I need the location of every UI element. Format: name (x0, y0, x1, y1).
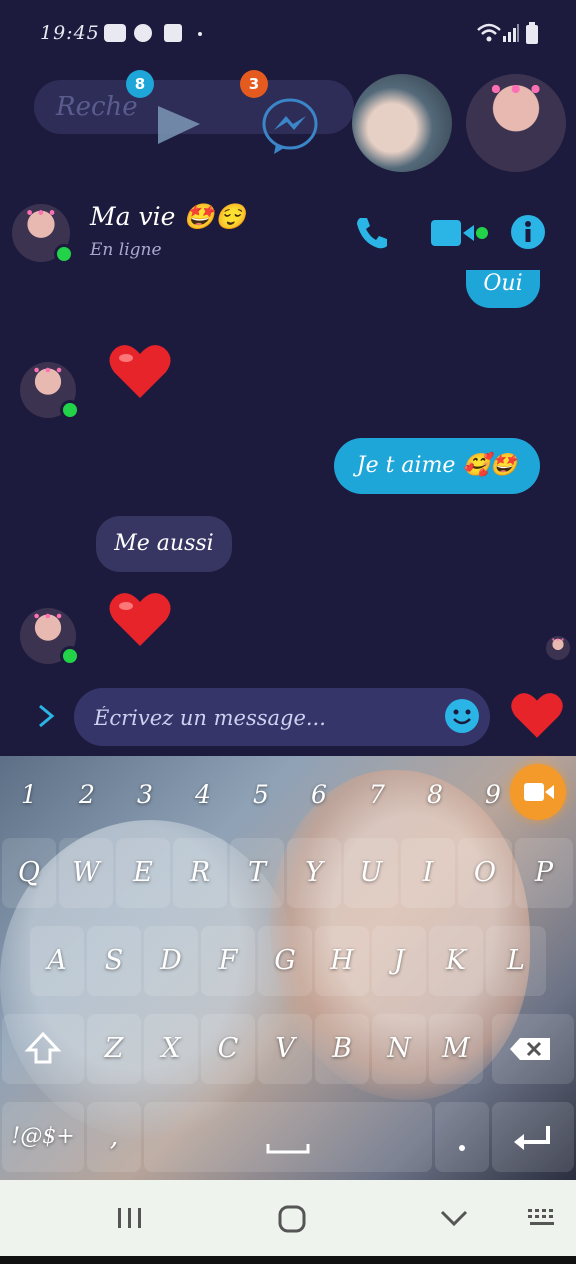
key-1[interactable]: 1 (0, 760, 58, 830)
key-g[interactable]: G (258, 926, 312, 996)
key-b[interactable]: B (315, 1014, 369, 1084)
contact-status: En ligne (90, 240, 162, 260)
compass-status-icon (134, 24, 152, 42)
online-indicator (60, 646, 80, 666)
key-m[interactable]: M (429, 1014, 483, 1084)
shift-key[interactable] (2, 1014, 84, 1084)
key-3[interactable]: 3 (116, 760, 174, 830)
keyboard-switch-icon[interactable] (526, 1206, 560, 1230)
video-record-status-icon (104, 24, 126, 42)
period-icon (459, 1145, 465, 1151)
key-8[interactable]: 8 (406, 760, 464, 830)
key-5[interactable]: 5 (232, 760, 290, 830)
read-receipt-avatar (546, 636, 570, 660)
key-4[interactable]: 4 (174, 760, 232, 830)
space-key[interactable] (144, 1102, 432, 1172)
key-w[interactable]: W (59, 838, 113, 908)
period-key[interactable] (435, 1102, 489, 1172)
key-r[interactable]: R (173, 838, 227, 908)
outgoing-message-partial[interactable]: Oui (466, 270, 540, 308)
phone-call-icon[interactable] (354, 214, 390, 250)
key-v[interactable]: V (258, 1014, 312, 1084)
chat-head-photo-1[interactable] (352, 74, 452, 172)
key-l[interactable]: L (486, 926, 546, 996)
messenger-badge: 3 (240, 70, 268, 98)
key-y[interactable]: Y (287, 838, 341, 908)
more-notifications-dot (198, 32, 202, 36)
video-call-icon[interactable] (430, 216, 492, 250)
key-f[interactable]: F (201, 926, 255, 996)
contact-name-emoji: 🤩😌 (183, 202, 246, 231)
key-2[interactable]: 2 (58, 760, 116, 830)
key-a[interactable]: A (30, 926, 84, 996)
key-7[interactable]: 7 (348, 760, 406, 830)
key-j[interactable]: J (372, 926, 426, 996)
play-badge: 8 (126, 70, 154, 98)
backspace-key[interactable] (492, 1014, 574, 1084)
video-camera-icon (524, 783, 554, 801)
key-h[interactable]: H (315, 926, 369, 996)
bottom-edge (0, 1256, 576, 1264)
key-6[interactable]: 6 (290, 760, 348, 830)
wifi-icon (477, 23, 501, 42)
search-placeholder: Reche (56, 92, 138, 122)
key-z[interactable]: Z (87, 1014, 141, 1084)
incoming-message[interactable]: Me aussi (96, 516, 232, 572)
key-d[interactable]: D (144, 926, 198, 996)
shift-icon (24, 1031, 62, 1064)
emoji-icon[interactable] (444, 698, 480, 734)
backspace-icon (510, 1038, 550, 1060)
outgoing-message[interactable]: Je t aime 🥰🤩 (334, 438, 540, 494)
key-t[interactable]: T (230, 838, 284, 908)
video-message-button[interactable] (510, 764, 566, 820)
back-chevron-down-icon[interactable] (438, 1206, 470, 1230)
key-q[interactable]: Q (2, 838, 56, 908)
key-o[interactable]: O (458, 838, 512, 908)
chat-head-photo-2[interactable] (466, 74, 566, 172)
heart-reaction-message[interactable] (108, 342, 172, 400)
online-indicator (60, 400, 80, 420)
home-icon[interactable] (276, 1204, 308, 1234)
symbols-key[interactable]: !@$+ (2, 1102, 84, 1172)
contact-name-text: Ma vie (90, 202, 176, 231)
key-n[interactable]: N (372, 1014, 426, 1084)
contact-name[interactable]: Ma vie 🤩😌 (90, 202, 246, 232)
status-time: 19:45 (40, 22, 100, 44)
expand-actions-icon[interactable] (34, 702, 58, 730)
system-nav-bar (0, 1180, 576, 1256)
enter-icon (514, 1126, 550, 1150)
info-icon[interactable] (510, 214, 546, 250)
comma-key[interactable]: , (87, 1102, 141, 1172)
key-k[interactable]: K (429, 926, 483, 996)
status-bar: 19:45 (0, 0, 576, 66)
signal-icon (503, 24, 519, 42)
enter-key[interactable] (492, 1102, 574, 1172)
online-indicator (54, 244, 74, 264)
heart-send-icon[interactable] (510, 690, 564, 740)
key-e[interactable]: E (116, 838, 170, 908)
key-i[interactable]: I (401, 838, 455, 908)
key-u[interactable]: U (344, 838, 398, 908)
message-input[interactable] (92, 700, 436, 736)
key-c[interactable]: C (201, 1014, 255, 1084)
battery-icon (526, 22, 538, 44)
space-icon (266, 1144, 310, 1154)
recent-apps-icon[interactable] (114, 1204, 146, 1232)
key-x[interactable]: X (144, 1014, 198, 1084)
key-p[interactable]: P (515, 838, 573, 908)
key-s[interactable]: S (87, 926, 141, 996)
notification-status-icon (164, 24, 182, 42)
heart-reaction-message[interactable] (108, 590, 172, 648)
